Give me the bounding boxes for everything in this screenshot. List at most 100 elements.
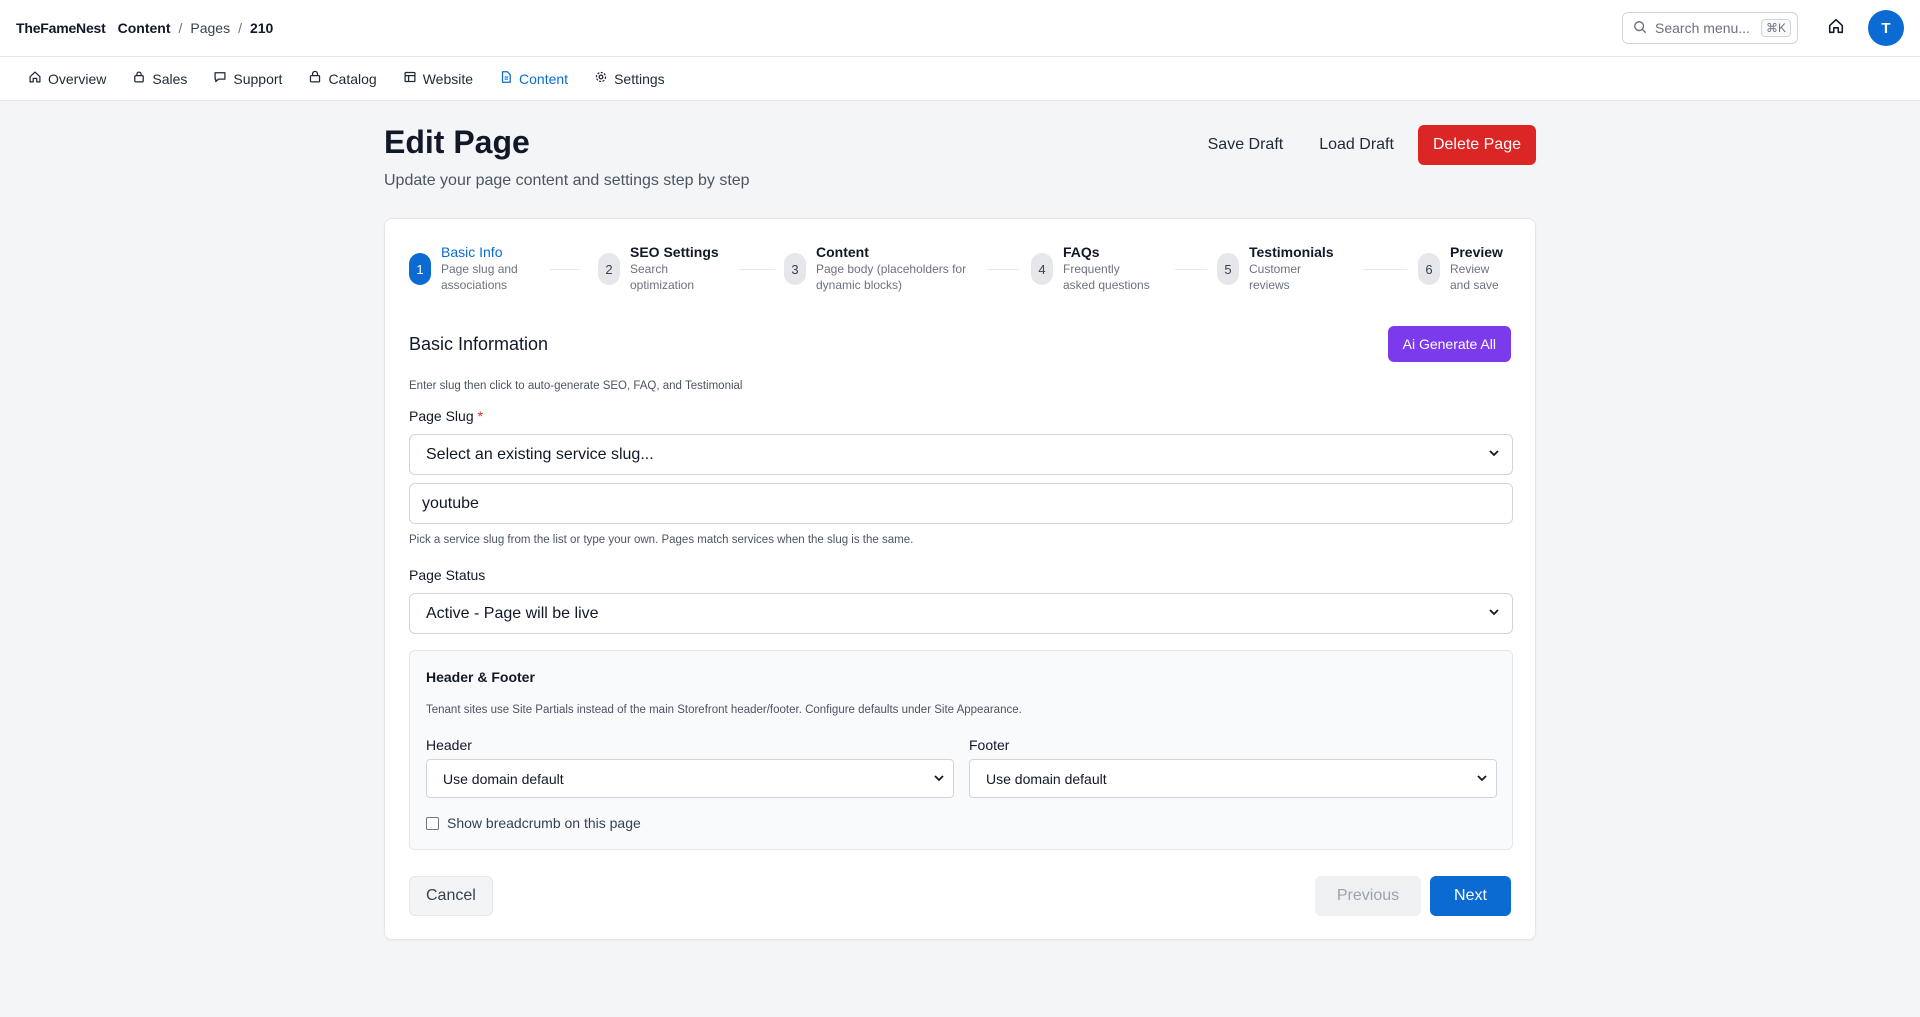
breadcrumb: TheFameNest Content / Pages / 210 [16, 20, 273, 36]
gear-icon [594, 70, 614, 87]
chevron-down-icon [1476, 771, 1488, 787]
step-number: 5 [1217, 253, 1239, 285]
footer-select[interactable]: Use domain default [969, 759, 1497, 798]
nav-item-website[interactable]: Website [403, 57, 473, 101]
save-draft-button[interactable]: Save Draft [1196, 127, 1296, 163]
cancel-button[interactable]: Cancel [409, 876, 493, 916]
ai-hint: Enter slug then click to auto-generate S… [409, 380, 743, 392]
step-desc: associations [441, 278, 508, 292]
step-desc: Frequently [1063, 262, 1120, 276]
search-shortcut: ⌘K [1760, 19, 1791, 37]
delete-page-button[interactable]: Delete Page [1417, 125, 1536, 165]
breadcrumb-separator: / [238, 20, 242, 36]
breadcrumb-separator: / [178, 20, 183, 36]
search-placeholder: Search menu... [1655, 20, 1750, 36]
section-title: Basic Information [409, 334, 549, 354]
page-slug-label: Page Slug * [409, 408, 483, 424]
page-status-value: Active - Page will be live [426, 604, 599, 622]
slug-select[interactable]: Select an existing service slug... [409, 434, 1513, 475]
footer-label: Footer [969, 737, 1010, 753]
home-icon [1827, 17, 1845, 40]
nav-item-label: Support [233, 70, 283, 87]
header-footer-title: Header & Footer [426, 669, 535, 685]
step-connector [1363, 269, 1407, 270]
nav-item-label: Settings [614, 70, 665, 87]
nav-item-label: Website [422, 70, 474, 87]
load-draft-button[interactable]: Load Draft [1307, 127, 1406, 163]
wizard-stepper: 1 Basic Info Page slug and associations … [409, 243, 1513, 303]
step-desc: reviews [1249, 278, 1290, 292]
step-connector [739, 269, 775, 270]
step-seo-settings[interactable]: 2 SEO Settings Search optimization [598, 243, 719, 293]
step-title: FAQs [1063, 244, 1100, 260]
page-status-label: Page Status [409, 567, 486, 583]
breadcrumb-parent[interactable]: Pages [190, 20, 230, 36]
nav-item-overview[interactable]: Overview [28, 57, 106, 101]
nav-item-catalog[interactable]: Catalog [308, 57, 377, 101]
slug-input[interactable]: youtube [409, 483, 1513, 524]
slug-select-value: Select an existing service slug... [426, 445, 654, 463]
edit-page-card: 1 Basic Info Page slug and associations … [384, 218, 1536, 940]
step-title: SEO Settings [630, 244, 719, 260]
step-basic-info[interactable]: 1 Basic Info Page slug and associations [409, 243, 518, 293]
step-desc: Search [630, 262, 669, 276]
step-connector [1175, 269, 1207, 270]
header-footer-panel: Header & Footer Tenant sites use Site Pa… [409, 650, 1513, 850]
chevron-down-icon [1488, 605, 1500, 623]
ai-generate-all-button[interactable]: Ai Generate All [1387, 326, 1511, 362]
next-button[interactable]: Next [1430, 876, 1511, 916]
page-subtitle: Update your page content and settings st… [384, 172, 750, 189]
page-status-select[interactable]: Active - Page will be live [409, 593, 1513, 634]
nav-item-sales[interactable]: Sales [132, 57, 187, 101]
step-desc: Page slug and [441, 262, 518, 276]
page-slug-label-text: Page Slug [409, 408, 474, 424]
step-desc: dynamic blocks) [816, 278, 903, 292]
step-testimonials[interactable]: 5 Testimonials Customer reviews [1217, 243, 1334, 293]
step-desc: Customer [1249, 262, 1302, 276]
step-number: 1 [409, 253, 431, 285]
home-button[interactable] [1818, 10, 1854, 46]
required-mark: * [477, 408, 483, 424]
nav-item-content[interactable]: Content [499, 57, 568, 101]
header-select[interactable]: Use domain default [426, 759, 954, 798]
nav-item-label: Catalog [328, 70, 377, 87]
step-title: Basic Info [441, 244, 503, 260]
step-desc: Page body (placeholders for [816, 262, 967, 276]
previous-button[interactable]: Previous [1315, 876, 1421, 916]
search-icon [1633, 20, 1655, 37]
top-bar: TheFameNest Content / Pages / 210 Search… [0, 0, 1920, 57]
header-select-value: Use domain default [443, 770, 564, 787]
header-label: Header [426, 737, 472, 753]
footer-select-value: Use domain default [986, 770, 1107, 787]
step-number: 4 [1031, 253, 1053, 285]
chat-icon [213, 70, 233, 87]
search-menu-input[interactable]: Search menu... ⌘K [1622, 12, 1798, 44]
step-content[interactable]: 3 Content Page body (placeholders for dy… [784, 243, 966, 293]
home-icon [28, 70, 48, 87]
step-number: 3 [784, 253, 806, 285]
box-icon [308, 70, 328, 87]
step-desc: Review [1450, 262, 1490, 276]
main-nav: Overview Sales Support Catalog Website C… [0, 57, 1920, 101]
brand-link[interactable]: TheFameNest [16, 20, 106, 36]
step-title: Content [816, 244, 869, 260]
chevron-down-icon [1488, 446, 1500, 464]
nav-item-settings[interactable]: Settings [594, 57, 665, 101]
step-title: Testimonials [1249, 244, 1334, 260]
nav-item-support[interactable]: Support [213, 57, 282, 101]
step-number: 2 [598, 253, 620, 285]
step-preview[interactable]: 6 Preview Review and save [1418, 243, 1503, 293]
show-breadcrumb-checkbox[interactable] [426, 816, 439, 830]
chevron-down-icon [933, 771, 945, 787]
page-actions: Save Draft Load Draft Delete Page [1196, 125, 1536, 165]
show-breadcrumb-label[interactable]: Show breadcrumb on this page [447, 815, 641, 831]
layout-icon [403, 70, 423, 87]
breadcrumb-option[interactable]: Show breadcrumb on this page [426, 815, 641, 831]
user-avatar[interactable]: T [1868, 10, 1904, 46]
step-faqs[interactable]: 4 FAQs Frequently asked questions [1031, 243, 1150, 293]
breadcrumb-section[interactable]: Content [118, 20, 171, 36]
page-title: Edit Page [384, 124, 530, 160]
bag-icon [132, 70, 152, 87]
step-connector [550, 269, 580, 270]
step-title: Preview [1450, 244, 1503, 260]
